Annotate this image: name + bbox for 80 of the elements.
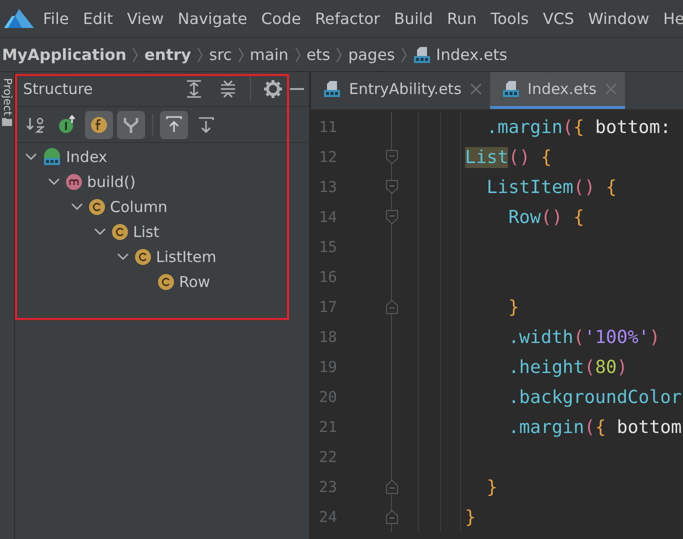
line-number: 19 bbox=[319, 358, 338, 376]
breadcrumb-item[interactable]: pages bbox=[348, 46, 395, 64]
menu-item[interactable]: Code bbox=[254, 10, 308, 28]
component-icon bbox=[88, 198, 106, 216]
menu-item[interactable]: Tools bbox=[484, 10, 536, 28]
line-number: 20 bbox=[319, 388, 338, 406]
breadcrumb-item[interactable]: src bbox=[209, 46, 232, 64]
menu-item[interactable]: Refactor bbox=[308, 10, 388, 28]
code-line: } bbox=[486, 476, 498, 498]
component-icon bbox=[157, 272, 175, 290]
settings-icon[interactable] bbox=[263, 79, 283, 99]
code-line: .height(80) bbox=[507, 356, 628, 378]
arrow-up-icon[interactable] bbox=[164, 114, 184, 134]
menu-item[interactable]: View bbox=[120, 10, 171, 28]
line-number: 22 bbox=[319, 448, 338, 466]
menu-item[interactable]: File bbox=[36, 10, 76, 28]
panel-title: Structure bbox=[23, 80, 94, 98]
breadcrumb-item[interactable]: ets bbox=[306, 46, 330, 64]
menu-item[interactable]: Edit bbox=[76, 10, 120, 28]
line-number: 21 bbox=[319, 418, 338, 436]
fold-icon[interactable] bbox=[385, 149, 399, 165]
line-number: 23 bbox=[319, 478, 338, 496]
inherited-icon[interactable] bbox=[57, 114, 77, 134]
ets-file-icon bbox=[502, 80, 520, 98]
tree-item[interactable]: Index bbox=[66, 148, 108, 166]
field-icon[interactable] bbox=[89, 114, 109, 134]
method-icon bbox=[65, 172, 83, 190]
arrow-up-toggle[interactable] bbox=[160, 110, 188, 138]
line-number: 24 bbox=[319, 508, 338, 526]
unfold-icon[interactable] bbox=[385, 479, 399, 495]
line-number: 14 bbox=[319, 208, 338, 226]
tree-item[interactable]: Row bbox=[179, 272, 210, 290]
expand-all-icon[interactable] bbox=[184, 79, 204, 99]
line-number: 17 bbox=[319, 298, 338, 316]
fold-icon[interactable] bbox=[385, 209, 399, 225]
tree-item[interactable]: build() bbox=[87, 172, 136, 190]
breadcrumb-item[interactable]: Index.ets bbox=[436, 46, 508, 64]
editor-tab[interactable]: Index.ets bbox=[490, 72, 625, 109]
menu-item[interactable]: Navigate bbox=[170, 10, 254, 28]
code-line: .margin({ bottom: bbox=[486, 116, 671, 138]
breadcrumb-item[interactable]: main bbox=[250, 46, 288, 64]
line-number: 18 bbox=[319, 328, 338, 346]
ets-file-icon bbox=[413, 46, 431, 64]
ets-file-icon bbox=[323, 80, 341, 98]
line-number: 12 bbox=[319, 148, 338, 166]
breadcrumb-item[interactable]: MyApplication bbox=[2, 46, 126, 64]
code-line: .margin({ bottom bbox=[507, 416, 682, 438]
field-toggle[interactable] bbox=[85, 110, 113, 138]
code-line: Row() { bbox=[507, 206, 584, 228]
ets-class-icon bbox=[42, 146, 62, 166]
menu-item[interactable]: Build bbox=[387, 10, 440, 28]
tool-window-tab[interactable]: Project bbox=[1, 78, 13, 116]
component-icon bbox=[134, 248, 152, 266]
branch-toggle[interactable] bbox=[117, 110, 145, 138]
menu-item[interactable]: Window bbox=[581, 10, 656, 28]
logo-icon bbox=[2, 6, 36, 30]
unfold-icon[interactable] bbox=[385, 299, 399, 315]
line-number: 15 bbox=[319, 238, 338, 256]
unfold-icon[interactable] bbox=[385, 509, 399, 525]
tree-item[interactable]: Column bbox=[110, 198, 168, 216]
line-number: 11 bbox=[319, 118, 338, 136]
arrow-down-icon[interactable] bbox=[196, 114, 216, 134]
breadcrumb-item[interactable]: entry bbox=[144, 46, 192, 64]
fold-icon[interactable] bbox=[385, 179, 399, 195]
code-line: List() { bbox=[465, 146, 552, 168]
tree-item[interactable]: ListItem bbox=[156, 248, 216, 266]
collapse-all-icon[interactable] bbox=[218, 79, 238, 99]
menu-item[interactable]: VCS bbox=[536, 10, 582, 28]
component-icon bbox=[111, 222, 129, 240]
line-number: 13 bbox=[319, 178, 338, 196]
code-line: ListItem() { bbox=[486, 176, 617, 198]
menu-item[interactable]: Run bbox=[440, 10, 484, 28]
line-number: 16 bbox=[319, 268, 338, 286]
folder-icon bbox=[2, 116, 12, 126]
editor-tab[interactable]: EntryAbility.ets bbox=[311, 72, 490, 109]
code-line: .backgroundColor bbox=[507, 386, 682, 408]
code-line: } bbox=[465, 506, 476, 528]
tree-item[interactable]: List bbox=[133, 222, 160, 240]
code-line: .width('100%') bbox=[507, 326, 660, 348]
code-line: } bbox=[507, 296, 520, 318]
